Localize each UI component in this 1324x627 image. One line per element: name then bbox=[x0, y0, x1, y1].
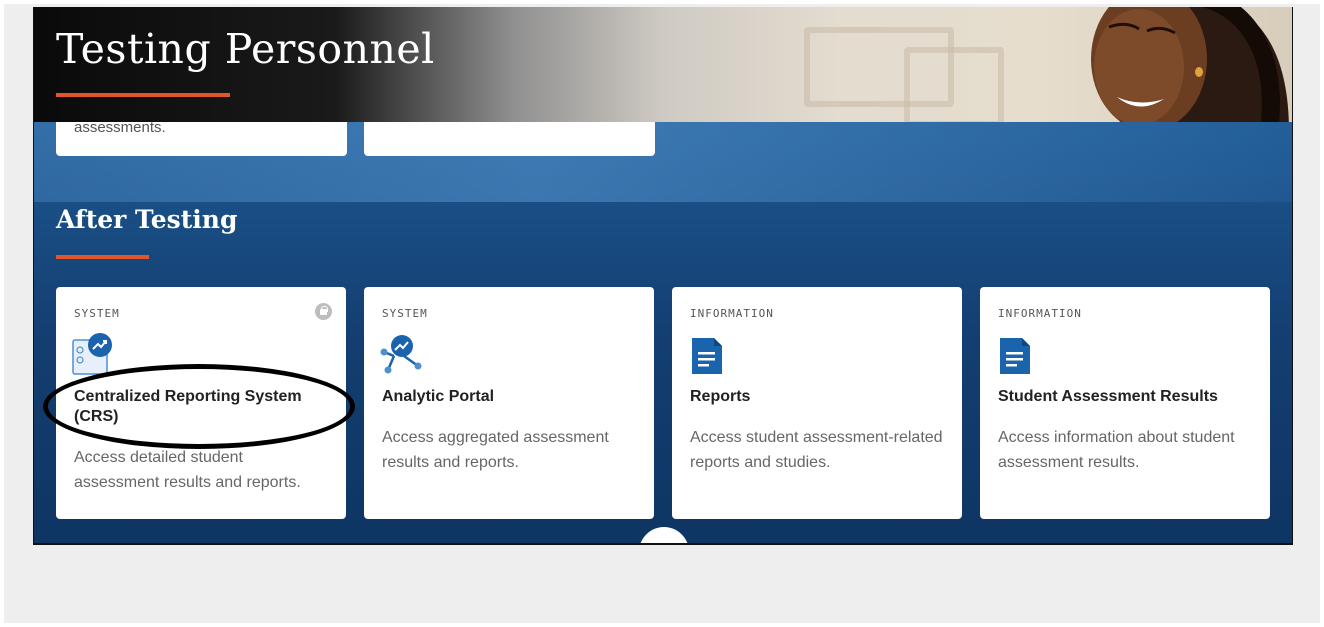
document-icon bbox=[1000, 338, 1030, 374]
previous-card-2[interactable] bbox=[364, 122, 655, 156]
shelf-decoration bbox=[904, 47, 1004, 122]
title-underline bbox=[56, 93, 230, 97]
chart-document-icon bbox=[72, 333, 112, 375]
card-tag: INFORMATION bbox=[690, 307, 774, 320]
hero-banner: Testing Personnel bbox=[34, 7, 1292, 122]
card-title[interactable]: Student Assessment Results bbox=[998, 387, 1252, 407]
section-title: After Testing bbox=[56, 205, 238, 234]
card-tag: SYSTEM bbox=[74, 307, 120, 320]
card-description: Access information about student assessm… bbox=[998, 429, 1235, 471]
card-student-assessment-results[interactable]: INFORMATION Student Assessment Results A… bbox=[980, 287, 1270, 519]
network-analytics-icon bbox=[380, 335, 422, 374]
card-analytic-portal[interactable]: SYSTEM Analytic Portal Access aggregated… bbox=[364, 287, 654, 519]
card-description: Access student assessment-related report… bbox=[690, 429, 943, 471]
card-description: Access aggregated assessment results and… bbox=[382, 429, 609, 471]
scroll-down-button[interactable] bbox=[639, 527, 689, 543]
document-icon bbox=[692, 338, 722, 374]
card-title[interactable]: Reports bbox=[690, 387, 944, 407]
previous-card-1[interactable]: assessments. bbox=[56, 119, 347, 156]
card-title[interactable]: Centralized Reporting System (CRS) bbox=[74, 387, 328, 427]
previous-card-description: assessments. bbox=[74, 119, 166, 136]
card-reports[interactable]: INFORMATION Reports Access student asses… bbox=[672, 287, 962, 519]
card-tag: INFORMATION bbox=[998, 307, 1082, 320]
card-crs[interactable]: SYSTEM Centralized Reporting System (CRS… bbox=[56, 287, 346, 519]
card-title[interactable]: Analytic Portal bbox=[382, 387, 636, 407]
browser-viewport: Testing Personnel assessments. After Tes… bbox=[33, 7, 1293, 545]
card-tag: SYSTEM bbox=[382, 307, 428, 320]
lock-icon bbox=[315, 303, 332, 320]
card-description: Access detailed student assessment resul… bbox=[74, 449, 301, 491]
person-photo bbox=[1091, 7, 1289, 122]
page-title: Testing Personnel bbox=[56, 25, 435, 73]
section-underline bbox=[56, 255, 149, 259]
